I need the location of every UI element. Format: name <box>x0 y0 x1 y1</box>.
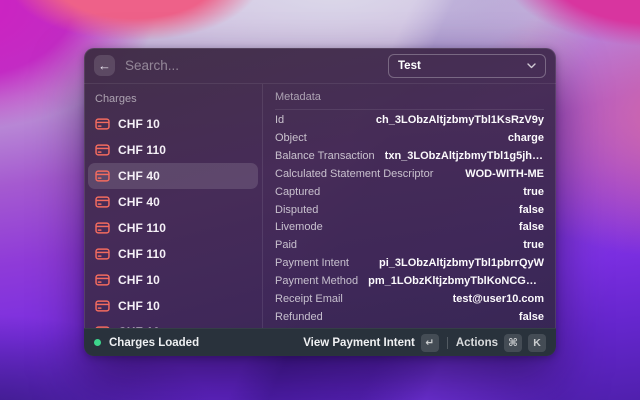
metadata-row: Disputed false <box>275 201 544 219</box>
metadata-label: Payment Method <box>275 275 358 287</box>
list-item-charge[interactable]: CHF 10 <box>88 267 258 293</box>
credit-card-icon <box>95 300 110 312</box>
k-keycap-icon: K <box>528 334 546 352</box>
metadata-section-title: Metadata <box>275 84 544 110</box>
metadata-label: Object <box>275 132 307 144</box>
enter-keycap-icon: ↵ <box>421 334 439 352</box>
charge-amount-label: CHF 40 <box>118 169 160 183</box>
content-area: Charges CHF 10 CHF 110 CHF 40 CHF 40 CHF… <box>84 84 556 328</box>
charge-amount-label: CHF 40 <box>118 195 160 209</box>
metadata-value: charge <box>508 132 544 144</box>
charges-section-title: Charges <box>88 88 258 111</box>
metadata-row: Calculated Statement Descriptor WOD-WITH… <box>275 165 544 183</box>
charge-amount-label: CHF 110 <box>118 221 166 235</box>
status-bar: Charges Loaded View Payment Intent ↵ Act… <box>84 328 556 356</box>
metadata-label: Refunded <box>275 311 323 323</box>
metadata-value: true <box>523 239 544 251</box>
charge-amount-label: CHF 10 <box>118 117 160 131</box>
metadata-label: Captured <box>275 186 320 198</box>
metadata-value: pi_3LObzAltjzbmyTbl1pbrrQyW <box>379 257 544 269</box>
metadata-row: Id ch_3LObzAltjzbmyTbl1KsRzV9y <box>275 111 544 129</box>
back-arrow-icon: ← <box>98 59 111 72</box>
metadata-label: Balance Transaction <box>275 150 375 162</box>
app-window: ← Test Charges CHF 10 CHF 110 CHF 40 <box>84 48 556 356</box>
top-bar: ← Test <box>84 48 556 84</box>
actions-label: Actions <box>456 337 498 349</box>
charge-amount-label: CHF 10 <box>118 299 160 313</box>
metadata-value: false <box>519 311 544 323</box>
charge-amount-label: CHF 110 <box>118 247 166 261</box>
metadata-label: Receipt Email <box>275 293 343 305</box>
back-button[interactable]: ← <box>94 55 115 76</box>
metadata-value: ch_3LObzAltjzbmyTbl1KsRzV9y <box>376 114 544 126</box>
charges-panel: Charges CHF 10 CHF 110 CHF 40 CHF 40 CHF… <box>84 84 262 328</box>
view-payment-intent-button[interactable]: View Payment Intent ↵ <box>303 334 439 352</box>
list-item-charge[interactable]: CHF 10 <box>88 319 258 328</box>
metadata-value: WOD-WITH-ME <box>465 168 544 180</box>
metadata-value: false <box>519 221 544 233</box>
view-payment-intent-label: View Payment Intent <box>303 337 415 349</box>
metadata-value: test@user10.com <box>453 293 544 305</box>
dropdown-value: Test <box>398 60 421 72</box>
credit-card-icon <box>95 248 110 260</box>
metadata-label: Livemode <box>275 221 323 233</box>
list-item-charge-selected[interactable]: CHF 40 <box>88 163 258 189</box>
metadata-row: Object charge <box>275 129 544 147</box>
metadata-rows: Id ch_3LObzAltjzbmyTbl1KsRzV9y Object ch… <box>275 110 544 328</box>
metadata-label: Disputed <box>275 204 318 216</box>
list-item-charge[interactable]: CHF 10 <box>88 111 258 137</box>
metadata-value: pm_1LObzKltjzbmyTblKoNCGMHL <box>368 275 544 287</box>
list-item-charge[interactable]: CHF 10 <box>88 293 258 319</box>
metadata-row: Livemode false <box>275 219 544 237</box>
credit-card-icon <box>95 222 110 234</box>
command-keycap-icon: ⌘ <box>504 334 522 352</box>
search-input[interactable] <box>125 58 378 73</box>
metadata-value: txn_3LObzAltjzbmyTbl1g5jhfCi <box>385 150 544 162</box>
metadata-row: Captured true <box>275 183 544 201</box>
list-item-charge[interactable]: CHF 110 <box>88 241 258 267</box>
footer-divider <box>447 337 448 349</box>
list-item-charge[interactable]: CHF 110 <box>88 215 258 241</box>
metadata-value: true <box>523 186 544 198</box>
environment-dropdown[interactable]: Test <box>388 54 546 78</box>
metadata-label: Paid <box>275 239 297 251</box>
metadata-value: false <box>519 204 544 216</box>
metadata-label: Id <box>275 114 284 126</box>
metadata-label: Payment Intent <box>275 257 349 269</box>
metadata-row: Paid true <box>275 236 544 254</box>
status-dot-icon <box>94 339 101 346</box>
charge-amount-label: CHF 110 <box>118 143 166 157</box>
list-item-charge[interactable]: CHF 40 <box>88 189 258 215</box>
metadata-row: Payment Method pm_1LObzKltjzbmyTblKoNCGM… <box>275 272 544 290</box>
credit-card-icon <box>95 196 110 208</box>
actions-button[interactable]: Actions ⌘ K <box>456 334 546 352</box>
metadata-row: Refunded false <box>275 308 544 326</box>
metadata-row: Receipt Email test@user10.com <box>275 290 544 308</box>
credit-card-icon <box>95 118 110 130</box>
credit-card-icon <box>95 274 110 286</box>
status-text: Charges Loaded <box>109 337 199 349</box>
metadata-row: Payment Intent pi_3LObzAltjzbmyTbl1pbrrQ… <box>275 254 544 272</box>
credit-card-icon <box>95 170 110 182</box>
metadata-label: Calculated Statement Descriptor <box>275 168 433 180</box>
chevron-down-icon <box>527 63 536 69</box>
credit-card-icon <box>95 144 110 156</box>
metadata-panel: Metadata Id ch_3LObzAltjzbmyTbl1KsRzV9y … <box>263 84 556 328</box>
charge-amount-label: CHF 10 <box>118 273 160 287</box>
list-item-charge[interactable]: CHF 110 <box>88 137 258 163</box>
metadata-row: Balance Transaction txn_3LObzAltjzbmyTbl… <box>275 147 544 165</box>
